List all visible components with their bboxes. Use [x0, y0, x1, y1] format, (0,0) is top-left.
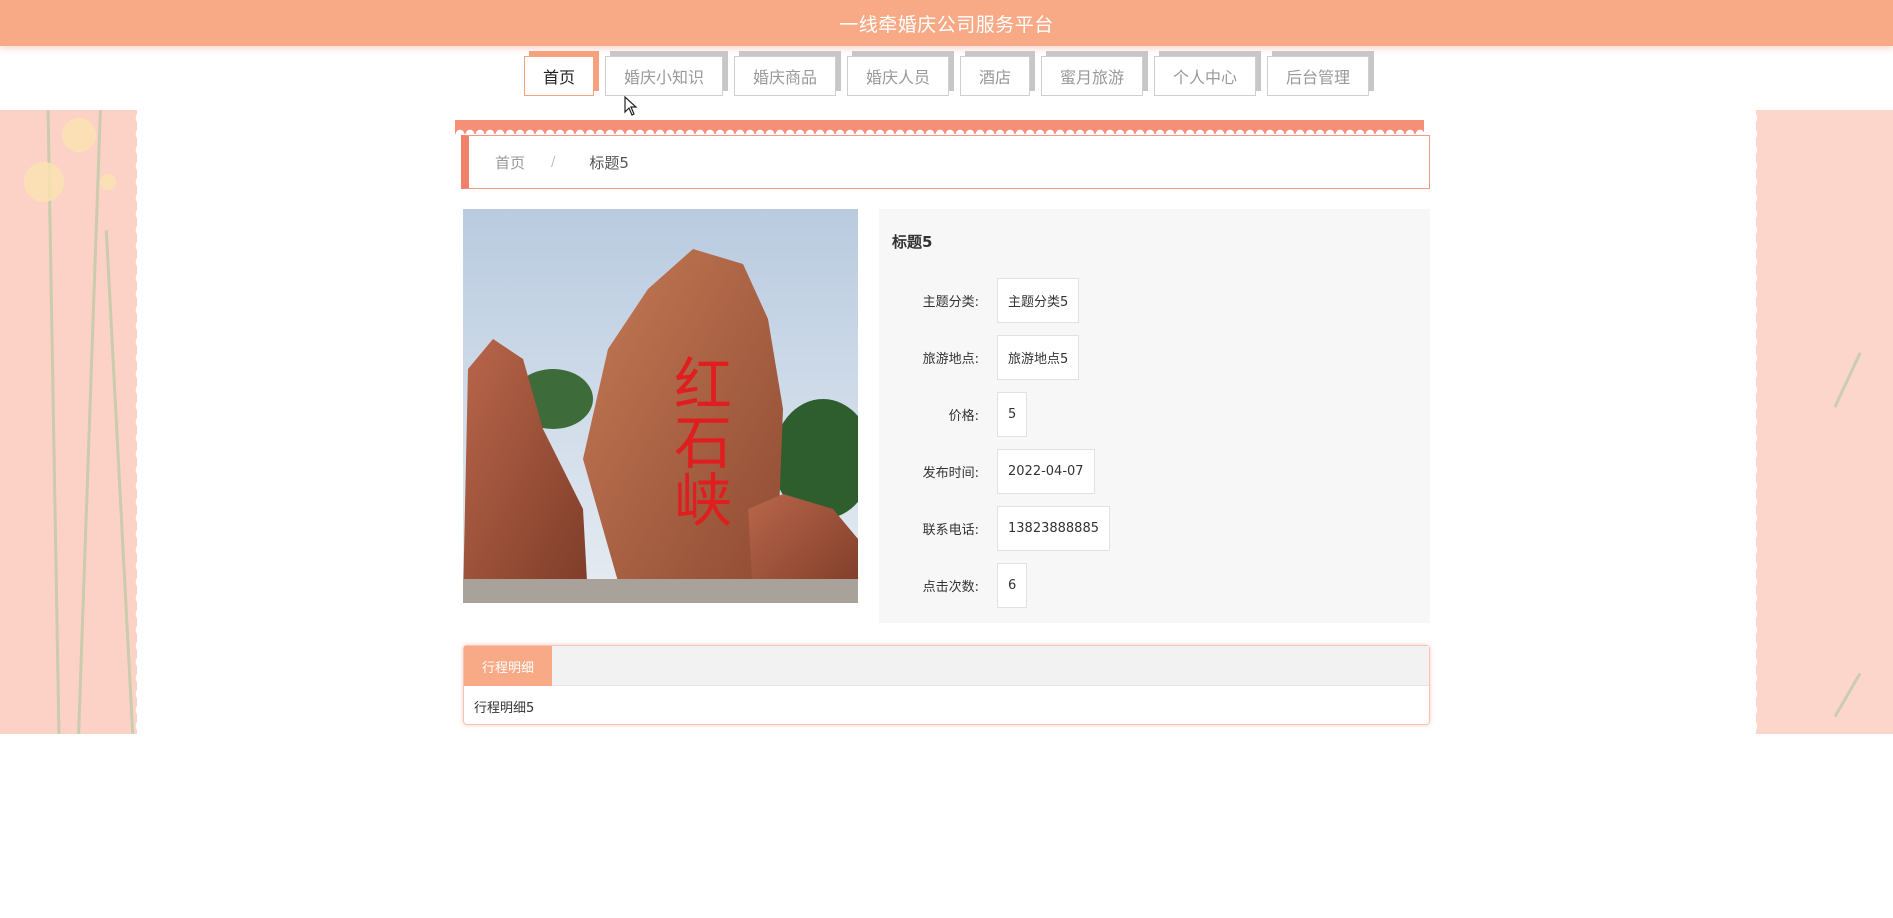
detail-tabs: 行程明细 行程明细5 — [463, 645, 1430, 725]
nav-item-honeymoon[interactable]: 蜜月旅游 — [1041, 56, 1144, 96]
field-value: 5 — [997, 391, 1028, 437]
nav-item-wedding-tips[interactable]: 婚庆小知识 — [604, 56, 723, 96]
field-value: 6 — [997, 562, 1028, 608]
nav-item-hotel[interactable]: 酒店 — [960, 56, 1031, 96]
field-label: 价格: — [948, 408, 979, 424]
nav-item-admin[interactable]: 后台管理 — [1267, 56, 1370, 96]
field-row: 点击次数: 6 — [879, 562, 1028, 608]
field-label: 旅游地点: — [922, 351, 979, 367]
left-decoration — [0, 110, 137, 734]
nav-item-personal-center[interactable]: 个人中心 — [1154, 56, 1257, 96]
rock-inscription: 红石峡 — [664, 354, 732, 528]
breadcrumb-separator: / — [551, 154, 556, 170]
tab-content: 行程明细5 — [474, 701, 535, 716]
main-nav: 首页 婚庆小知识 婚庆商品 婚庆人员 酒店 蜜月旅游 个人中心 后台管理 — [0, 56, 1893, 96]
field-label: 发布时间: — [922, 465, 979, 481]
field-value: 旅游地点5 — [997, 334, 1080, 380]
detail-title: 标题5 — [892, 233, 933, 251]
field-row: 联系电话: 13823888885 — [879, 505, 1110, 551]
field-row: 发布时间: 2022-04-07 — [879, 448, 1095, 494]
product-image: 红石峡 — [463, 209, 858, 603]
field-value: 13823888885 — [997, 505, 1110, 551]
field-value: 2022-04-07 — [997, 448, 1095, 494]
field-value: 主题分类5 — [997, 277, 1080, 323]
field-label: 联系电话: — [922, 522, 979, 538]
nav-item-wedding-staff[interactable]: 婚庆人员 — [846, 56, 949, 96]
field-row: 旅游地点: 旅游地点5 — [879, 334, 1080, 380]
breadcrumb-current: 标题5 — [589, 153, 629, 172]
right-decoration — [1756, 110, 1893, 734]
breadcrumb-decoration — [455, 120, 1424, 134]
detail-panel: 标题5 主题分类: 主题分类5 旅游地点: 旅游地点5 价格: 5 发布时间: … — [879, 209, 1430, 623]
nav-item-home[interactable]: 首页 — [523, 56, 594, 96]
mouse-cursor-icon — [624, 96, 638, 116]
field-row: 主题分类: 主题分类5 — [879, 277, 1080, 323]
nav-item-wedding-goods[interactable]: 婚庆商品 — [733, 56, 836, 96]
breadcrumb: 首页 / 标题5 — [461, 135, 1430, 189]
field-label: 点击次数: — [922, 579, 979, 595]
top-header: 一线牵婚庆公司服务平台 — [0, 0, 1893, 46]
site-title: 一线牵婚庆公司服务平台 — [839, 13, 1054, 36]
breadcrumb-home[interactable]: 首页 — [495, 152, 525, 173]
field-row: 价格: 5 — [879, 391, 1028, 437]
tab-itinerary[interactable]: 行程明细 — [464, 646, 553, 686]
field-label: 主题分类: — [922, 294, 979, 310]
tab-bar: 行程明细 — [464, 646, 1429, 686]
